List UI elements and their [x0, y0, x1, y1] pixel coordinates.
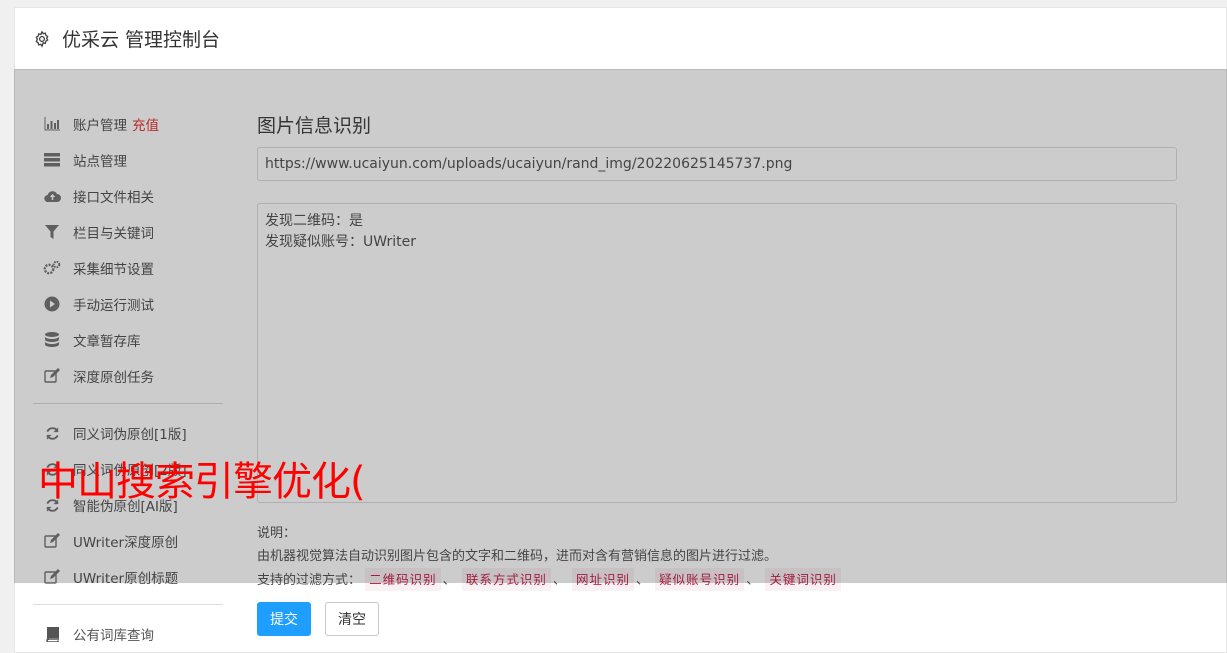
- recharge-link[interactable]: 充值: [132, 114, 159, 134]
- sidebar-divider: [33, 604, 223, 605]
- header: 优采云 管理控制台: [15, 8, 1226, 70]
- sidebar-item-label: 同义词伪原创[1版]: [73, 427, 187, 443]
- clear-button[interactable]: 清空: [325, 602, 379, 636]
- result-line: 发现疑似账号：UWriter: [265, 234, 416, 250]
- sidebar-item-label: 手动运行测试: [73, 298, 154, 314]
- sidebar-item-uwriter-deep[interactable]: UWriter深度原创: [43, 530, 178, 552]
- sidebar-divider: [33, 403, 223, 404]
- refresh-icon: [43, 424, 61, 442]
- sidebar-item-label: 采集细节设置: [73, 262, 154, 278]
- play-circle-icon: [43, 295, 61, 313]
- sidebar-item-label: UWriter深度原创: [73, 535, 179, 551]
- gears-icon: [43, 259, 61, 277]
- bar-chart-icon: [43, 115, 61, 133]
- filter-tag: 二维码识别: [365, 568, 441, 591]
- sidebar-item-public-lexicon[interactable]: 公有词库查询: [43, 623, 154, 645]
- desc-text: 由机器视觉算法自动识别图片包含的文字和二维码，进而对含有营销信息的图片进行过滤。: [257, 549, 778, 564]
- desc-heading: 说明：: [257, 526, 297, 541]
- filter-tag: 关键词识别: [765, 568, 841, 591]
- sidebar-item-deep-original-task[interactable]: 深度原创任务: [43, 365, 154, 387]
- sidebar-item-collect-settings[interactable]: 采集细节设置: [43, 257, 154, 279]
- filter-tag: 网址识别: [572, 568, 635, 591]
- sidebar-item-label: 栏目与关键词: [73, 226, 154, 242]
- page-title: 优采云 管理控制台: [62, 29, 221, 51]
- submit-button[interactable]: 提交: [257, 602, 311, 636]
- sidebar-item-label: 文章暂存库: [73, 334, 141, 350]
- database-icon: [43, 331, 61, 349]
- sidebar: 账户管理 充值 站点管理 接口文件相关 栏目与关键词 采集细节设置 手动运行测试…: [15, 70, 235, 653]
- sidebar-item-label: 站点管理: [73, 154, 127, 170]
- book-icon: [43, 625, 61, 643]
- image-url-input[interactable]: [257, 147, 1177, 181]
- sidebar-item-manual-test[interactable]: 手动运行测试: [43, 293, 154, 315]
- sidebar-item-columns-keywords[interactable]: 栏目与关键词: [43, 221, 154, 243]
- sidebar-item-label: 公有词库查询: [73, 628, 154, 644]
- sidebar-item-uwriter-title[interactable]: UWriter原创标题: [43, 566, 178, 588]
- console-panel: 优采云 管理控制台 账户管理 充值 站点管理 接口文件相关 栏目与关键词 采集细…: [14, 7, 1227, 653]
- filter-tag: 疑似账号识别: [655, 568, 745, 591]
- edit-icon: [43, 532, 61, 550]
- gear-icon[interactable]: [33, 30, 51, 48]
- sidebar-item-interface-files[interactable]: 接口文件相关: [43, 185, 154, 207]
- sidebar-item-account[interactable]: 账户管理 充值: [43, 113, 159, 135]
- result-textarea[interactable]: 发现二维码：是 发现疑似账号：UWriter: [257, 203, 1177, 503]
- section-title: 图片信息识别: [257, 115, 372, 137]
- server-icon: [43, 151, 61, 169]
- edit-icon: [43, 568, 61, 586]
- sidebar-item-label: UWriter原创标题: [73, 571, 179, 587]
- sidebar-item-article-storage[interactable]: 文章暂存库: [43, 329, 141, 351]
- filter-prefix: 支持的过滤方式：: [257, 573, 362, 588]
- edit-icon: [43, 367, 61, 385]
- filter-methods: 支持的过滤方式： 二维码识别、 联系方式识别、 网址识别、 疑似账号识别、 关键…: [257, 568, 841, 592]
- watermark-text: 中山搜索引擎优化(: [38, 459, 366, 505]
- sidebar-item-label: 接口文件相关: [73, 190, 154, 206]
- sidebar-item-label: 账户管理: [73, 118, 127, 134]
- filter-tag: 联系方式识别: [461, 568, 551, 591]
- description: 说明： 由机器视觉算法自动识别图片包含的文字和二维码，进而对含有营销信息的图片进…: [257, 522, 841, 592]
- result-line: 发现二维码：是: [265, 213, 363, 229]
- sidebar-item-synonym-v1[interactable]: 同义词伪原创[1版]: [43, 422, 187, 444]
- sidebar-item-label: 深度原创任务: [73, 370, 154, 386]
- cloud-upload-icon: [43, 187, 61, 205]
- sidebar-item-sites[interactable]: 站点管理: [43, 149, 127, 171]
- filter-icon: [43, 223, 61, 241]
